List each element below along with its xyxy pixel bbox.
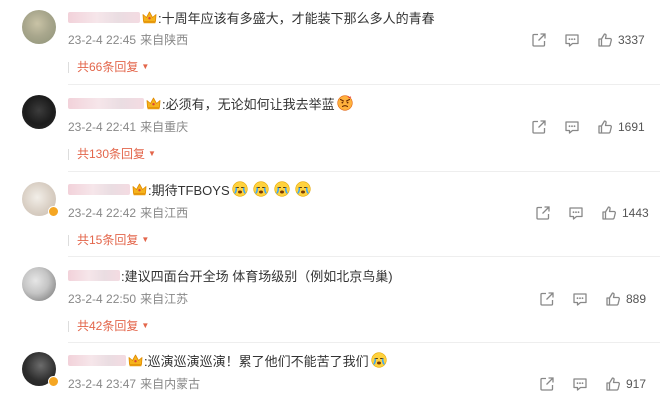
comment-icon[interactable]	[572, 376, 588, 392]
comment-meta: 23-2-4 23:47 来自内蒙古	[68, 376, 200, 392]
thumbs-up-icon[interactable]	[601, 205, 617, 221]
comment-text: :期待TFBOYS	[148, 182, 230, 198]
comment-text: :建议四面台开全场 体育场级别（例如北京鸟巢)	[121, 268, 393, 284]
like-count: 1691	[618, 120, 645, 134]
chevron-down-icon: ▼	[141, 62, 150, 71]
divider	[68, 171, 660, 172]
comment-date: 23-2-4 22:42	[68, 206, 137, 220]
comment-actions: 917	[539, 376, 646, 392]
reply-divider	[68, 61, 69, 73]
like-count: 917	[626, 377, 647, 391]
view-replies-link[interactable]: 共42条回复 ▼	[68, 318, 149, 334]
comment-actions: 3337	[531, 32, 645, 48]
comment-icon[interactable]	[564, 32, 580, 48]
share-icon[interactable]	[539, 376, 555, 392]
crying-emoji-icon	[232, 181, 248, 197]
share-icon[interactable]	[531, 119, 547, 135]
thumbs-up-icon[interactable]	[605, 291, 621, 307]
comment-date: 23-2-4 22:45	[68, 33, 137, 47]
comment-meta: 23-2-4 22:41 来自重庆	[68, 119, 188, 135]
comment-text: :十周年应该有多盛大，才能装下那么多人的青春	[158, 10, 435, 26]
comment-location: 来自内蒙古	[140, 377, 201, 391]
crying-emoji-icon	[274, 181, 290, 197]
view-replies-link[interactable]: 共130条回复 ▼	[68, 146, 156, 162]
username[interactable]	[68, 11, 140, 23]
thumbs-up-icon[interactable]	[605, 376, 621, 392]
comment-location: 来自陕西	[140, 33, 189, 47]
share-icon[interactable]	[531, 32, 547, 48]
comment-header: :必须有，无论如何让我去举蓝	[68, 94, 353, 112]
comment-date: 23-2-4 22:41	[68, 120, 137, 134]
comment-actions: 889	[539, 291, 646, 307]
comment-meta: 23-2-4 22:42 来自江西	[68, 205, 188, 221]
comment-date: 23-2-4 22:50	[68, 292, 137, 306]
username[interactable]	[68, 97, 144, 109]
comment-icon[interactable]	[572, 291, 588, 307]
crown-icon	[128, 354, 143, 367]
comment-meta: 23-2-4 22:50 来自江苏	[68, 291, 188, 307]
crying-emoji-icon	[253, 181, 269, 197]
like-count: 889	[626, 292, 647, 306]
reply-count[interactable]: 共42条回复	[77, 318, 138, 334]
avatar[interactable]	[22, 95, 56, 129]
comment-actions: 1443	[535, 205, 649, 221]
comment-icon[interactable]	[564, 119, 580, 135]
like-count: 1443	[622, 206, 649, 220]
comment-date: 23-2-4 23:47	[68, 377, 137, 391]
view-replies-link[interactable]: 共15条回复 ▼	[68, 232, 149, 248]
comment-text: :必须有，无论如何让我去举蓝	[162, 96, 335, 112]
crying-emoji-icon	[295, 181, 311, 197]
comment-text: :巡演巡演巡演！累了他们不能苦了我们	[144, 353, 369, 369]
divider	[68, 256, 660, 257]
share-icon[interactable]	[539, 291, 555, 307]
comment-header: :十周年应该有多盛大，才能装下那么多人的青春	[68, 8, 435, 26]
reply-count[interactable]: 共130条回复	[77, 146, 145, 162]
verified-badge	[48, 376, 59, 387]
share-icon[interactable]	[535, 205, 551, 221]
username[interactable]	[68, 354, 126, 366]
divider	[68, 84, 660, 85]
comment-location: 来自重庆	[140, 120, 189, 134]
username[interactable]	[68, 269, 120, 281]
comment-actions: 1691	[531, 119, 645, 135]
comment-header: :巡演巡演巡演！累了他们不能苦了我们	[68, 351, 387, 369]
thumbs-up-icon[interactable]	[597, 32, 613, 48]
comment-location: 来自江苏	[140, 292, 189, 306]
comment-meta: 23-2-4 22:45 来自陕西	[68, 32, 188, 48]
angry-emoji-icon	[337, 95, 353, 111]
username[interactable]	[68, 183, 130, 195]
comment-icon[interactable]	[568, 205, 584, 221]
verified-badge	[48, 206, 59, 217]
like-count: 3337	[618, 33, 645, 47]
comment-header: :建议四面台开全场 体育场级别（例如北京鸟巢)	[68, 266, 393, 284]
comment-location: 来自江西	[140, 206, 189, 220]
chevron-down-icon: ▼	[148, 149, 156, 158]
view-replies-link[interactable]: 共66条回复 ▼	[68, 59, 149, 75]
crown-icon	[146, 97, 161, 110]
crown-icon	[132, 183, 147, 196]
chevron-down-icon: ▼	[141, 321, 150, 330]
avatar[interactable]	[22, 267, 56, 301]
divider	[68, 342, 660, 343]
reply-count[interactable]: 共15条回复	[77, 232, 138, 248]
thumbs-up-icon[interactable]	[597, 119, 613, 135]
reply-divider	[68, 148, 69, 160]
comment-header: :期待TFBOYS	[68, 180, 311, 198]
chevron-down-icon: ▼	[141, 235, 150, 244]
avatar[interactable]	[22, 10, 56, 44]
crying-emoji-icon	[371, 352, 387, 368]
reply-divider	[68, 234, 69, 246]
crown-icon	[142, 11, 157, 24]
reply-divider	[68, 320, 69, 332]
reply-count[interactable]: 共66条回复	[77, 59, 138, 75]
